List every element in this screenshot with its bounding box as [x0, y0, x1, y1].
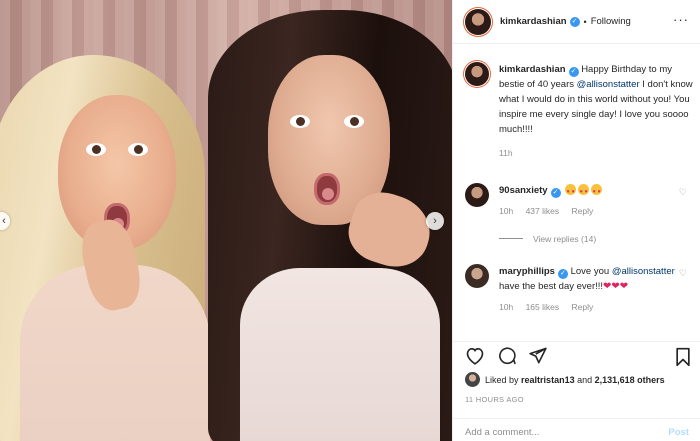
reply-button[interactable]: Reply: [572, 302, 594, 312]
red-heart-emoji-icon: ❤❤❤: [603, 281, 629, 292]
header-username[interactable]: kimkardashian: [500, 16, 567, 27]
heart-icon[interactable]: ♡: [679, 268, 687, 279]
comment-text-part: have the best day ever!!!: [499, 281, 604, 292]
caption-text: kimkardashian ✓ Happy Birthday to my best…: [499, 62, 695, 137]
avatar[interactable]: [465, 372, 480, 387]
avatar[interactable]: [465, 8, 491, 35]
avatar[interactable]: [465, 62, 489, 86]
post-side-panel: kimkardashian ✓ • Following ··· kimkarda…: [452, 0, 700, 441]
comment-item: maryphillips ✓ Love you @allisonstatter h…: [465, 264, 695, 312]
action-bar: [453, 341, 700, 371]
comment-likes[interactable]: 437 likes: [526, 206, 560, 216]
open-mouth: [314, 173, 340, 205]
likes-summary: Liked by realtristan13 and 2,131,618 oth…: [465, 372, 695, 387]
add-comment-bar: Add a comment... Post: [453, 418, 700, 441]
comment-meta: 10h 437 likes Reply: [499, 206, 695, 216]
verified-badge-icon: ✓: [569, 16, 580, 27]
eye: [128, 143, 148, 156]
comment-meta: 10h 165 likes Reply: [499, 302, 695, 312]
verified-badge-icon: ✓: [550, 188, 561, 198]
divider: [499, 238, 523, 239]
view-replies-label: View replies (14): [533, 234, 597, 244]
separator-dot: •: [583, 16, 587, 27]
eye: [344, 115, 364, 128]
comment-text: maryphillips ✓ Love you @allisonstatter h…: [499, 264, 695, 294]
post-header: kimkardashian ✓ • Following ···: [453, 0, 700, 44]
heart-icon[interactable]: [465, 346, 485, 367]
likes-prefix: Liked by: [485, 374, 519, 385]
heart-eyes-emoji-icon: [578, 184, 590, 200]
heart-eyes-emoji-icon: [565, 184, 577, 200]
comment-username[interactable]: maryphillips: [499, 266, 555, 277]
avatar[interactable]: [465, 264, 489, 288]
comment-input[interactable]: Add a comment...: [465, 427, 539, 438]
caption-username[interactable]: kimkardashian: [499, 64, 566, 75]
comment-likes[interactable]: 165 likes: [526, 302, 560, 312]
comment-time[interactable]: 10h: [499, 206, 513, 216]
caption-time[interactable]: 11h: [499, 148, 695, 158]
comment-icon[interactable]: [497, 346, 517, 367]
more-options-icon[interactable]: ···: [673, 12, 689, 27]
reply-button[interactable]: Reply: [572, 206, 594, 216]
likes-count[interactable]: 2,131,618 others: [595, 375, 665, 385]
comment-username[interactable]: 90sanxiety: [499, 185, 548, 196]
comment-text: 90sanxiety ✓: [499, 183, 695, 200]
avatar[interactable]: [465, 183, 489, 207]
likes-middle: and: [577, 374, 593, 385]
comment-time[interactable]: 10h: [499, 302, 513, 312]
liker-username[interactable]: realtristan13: [521, 375, 575, 385]
eye: [290, 115, 310, 128]
post-button[interactable]: Post: [668, 427, 689, 438]
comment-text-part: Love you: [570, 266, 612, 277]
view-replies-button[interactable]: View replies (14): [499, 234, 596, 244]
bookmark-icon[interactable]: [674, 347, 692, 369]
paper-plane-icon[interactable]: [528, 346, 548, 367]
dark-hair-top: [240, 268, 440, 441]
chevron-right-icon[interactable]: ›: [426, 212, 444, 230]
heart-icon[interactable]: ♡: [679, 187, 687, 198]
verified-badge-icon: ✓: [568, 67, 579, 77]
eye: [86, 143, 106, 156]
post-timestamp[interactable]: 11 HOURS AGO: [465, 395, 524, 404]
verified-badge-icon: ✓: [557, 269, 568, 279]
comment-item: 90sanxiety✓ 10h 437 likes Reply ♡: [465, 183, 695, 216]
heart-eyes-emoji-icon: [591, 184, 603, 200]
post-photo[interactable]: ‹ ›: [0, 0, 452, 441]
caption: kimkardashian ✓ Happy Birthday to my best…: [465, 62, 695, 158]
mention-link[interactable]: @allisonstatter: [612, 266, 675, 277]
following-button[interactable]: Following: [591, 16, 631, 27]
mention-link[interactable]: @allisonstatter: [577, 79, 640, 90]
